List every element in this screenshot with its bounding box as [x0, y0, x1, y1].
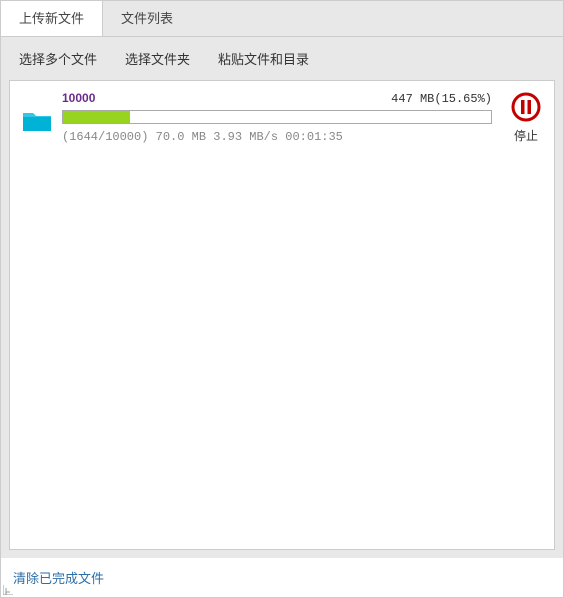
stop-button[interactable]: 停止 — [510, 91, 542, 144]
stop-label: 停止 — [514, 127, 538, 144]
upload-eta: 00:01:35 — [285, 130, 343, 144]
footer: 清除已完成文件 — [1, 558, 563, 597]
upload-speed: 3.93 MB/s — [213, 130, 278, 144]
paste-files-button[interactable]: 粘贴文件和目录 — [218, 49, 309, 68]
resize-handle-icon[interactable] — [3, 581, 17, 595]
uploaded-bytes: 70.0 MB — [156, 130, 206, 144]
upload-name: 10000 — [62, 91, 95, 105]
upload-stats: (1644/10000) 70.0 MB 3.93 MB/s 00:01:35 — [62, 130, 492, 144]
select-multiple-files-button[interactable]: 选择多个文件 — [19, 49, 97, 68]
toolbar: 选择多个文件 选择文件夹 粘贴文件和目录 — [1, 37, 563, 80]
upload-body: 10000 447 MB(15.65%) (1644/10000) 70.0 M… — [62, 91, 492, 144]
tabs: 上传新文件 文件列表 — [1, 1, 563, 37]
progress-bar — [62, 110, 492, 124]
upload-panel: 上传新文件 文件列表 选择多个文件 选择文件夹 粘贴文件和目录 10000 44… — [0, 0, 564, 598]
upload-list[interactable]: 10000 447 MB(15.65%) (1644/10000) 70.0 M… — [9, 80, 555, 550]
progress-fill — [63, 111, 130, 123]
pause-icon — [510, 91, 542, 123]
folder-icon — [22, 109, 52, 133]
upload-header: 10000 447 MB(15.65%) — [62, 91, 492, 106]
upload-size: 447 MB(15.65%) — [391, 92, 492, 106]
tab-upload-new[interactable]: 上传新文件 — [1, 1, 103, 36]
progress-count: (1644/10000) — [62, 130, 148, 144]
tab-file-list[interactable]: 文件列表 — [103, 1, 191, 36]
upload-item: 10000 447 MB(15.65%) (1644/10000) 70.0 M… — [22, 91, 542, 144]
clear-finished-link[interactable]: 清除已完成文件 — [13, 571, 104, 586]
select-folder-button[interactable]: 选择文件夹 — [125, 49, 190, 68]
